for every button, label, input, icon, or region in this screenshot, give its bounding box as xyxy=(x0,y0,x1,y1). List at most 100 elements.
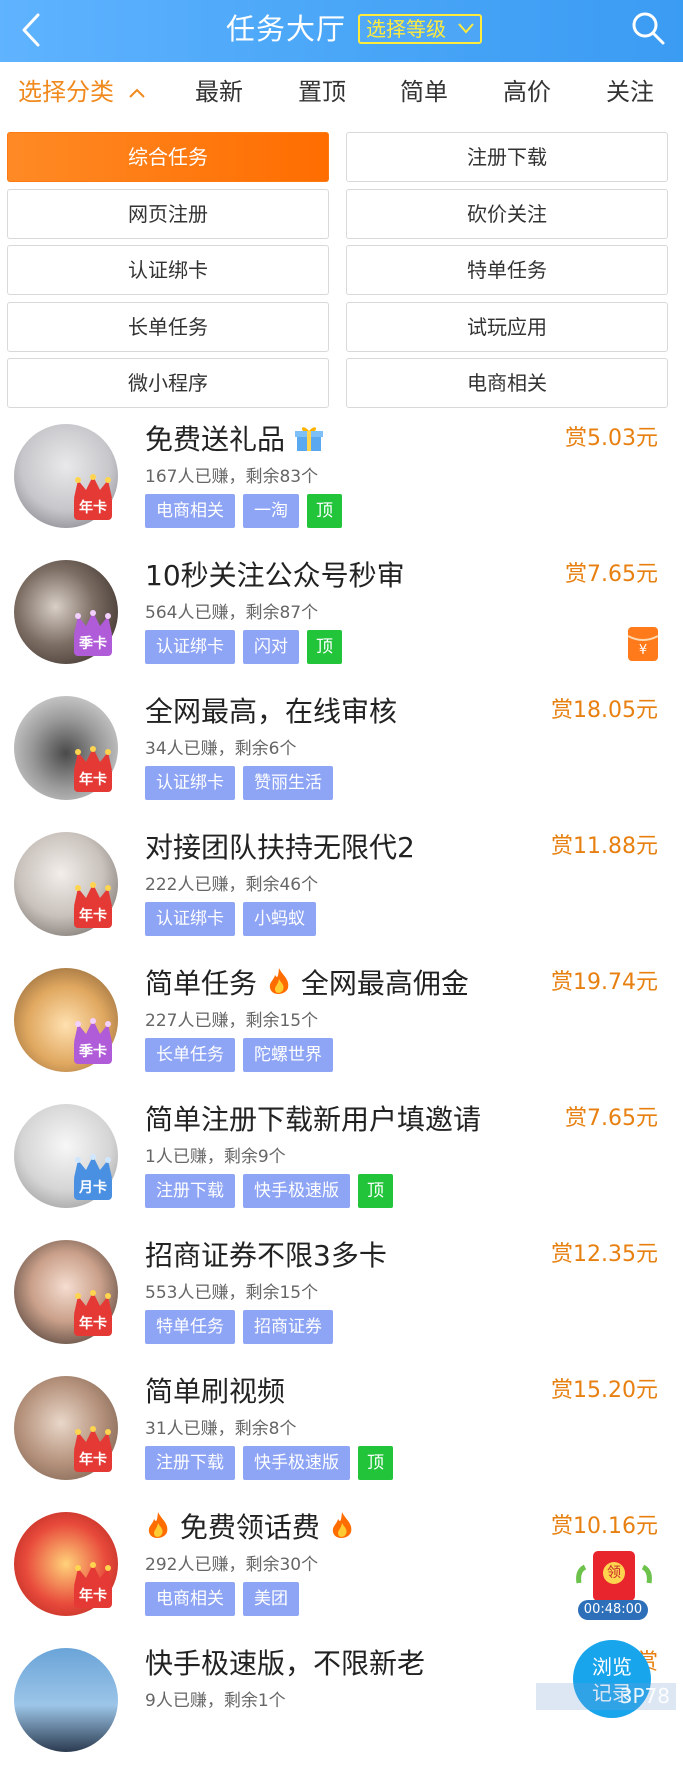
tag: 快手极速版 xyxy=(243,1446,350,1480)
filter-label: 选择分类 xyxy=(18,78,114,106)
task-row[interactable]: 年卡 简单刷视频 31人已赚，剩余8个 注册下载 快手极速版顶 赏15.20元 xyxy=(0,1362,683,1498)
badge-label: 年卡 xyxy=(74,1448,112,1472)
gift-icon xyxy=(294,427,323,451)
pinned-tag: 顶 xyxy=(358,1446,393,1480)
task-reward: 赏7.65元 xyxy=(565,1106,658,1131)
category-special[interactable]: 特单任务 xyxy=(346,245,668,295)
filter-latest[interactable]: 最新 xyxy=(195,76,243,108)
task-stats: 167人已赚，剩余83个 xyxy=(145,467,319,487)
tag: 认证绑卡 xyxy=(145,902,235,936)
search-icon[interactable] xyxy=(628,8,668,48)
task-tags: 认证绑卡 赞丽生活 xyxy=(145,766,341,800)
tag: 招商证券 xyxy=(243,1310,333,1344)
badge-label: 季卡 xyxy=(74,1040,112,1064)
category-web-register[interactable]: 网页注册 xyxy=(7,189,329,239)
task-title: 全网最高，在线审核 xyxy=(145,695,398,728)
badge-label: 年卡 xyxy=(74,904,112,928)
select-level-label: 选择等级 xyxy=(366,17,446,41)
pinned-tag: 顶 xyxy=(358,1174,393,1208)
task-stats: 1人已赚，剩余9个 xyxy=(145,1147,286,1167)
fire-icon xyxy=(148,1512,168,1539)
filter-high-price[interactable]: 高价 xyxy=(503,76,551,108)
task-stats: 222人已赚，剩余46个 xyxy=(145,875,319,895)
category-long-term[interactable]: 长单任务 xyxy=(7,302,329,352)
task-title-text: 简单任务 xyxy=(145,967,258,1000)
tag: 快手极速版 xyxy=(243,1174,350,1208)
badge-label: 年卡 xyxy=(74,496,112,520)
tag: 电商相关 xyxy=(145,494,235,528)
task-row[interactable]: 季卡 10秒关注公众号秒审 564人已赚，剩余87个 认证绑卡 闪对顶 赏7.65… xyxy=(0,546,683,682)
membership-badge: 月卡 xyxy=(70,1154,116,1206)
tag: 特单任务 xyxy=(145,1310,235,1344)
task-stats: 564人已赚，剩余87个 xyxy=(145,603,319,623)
back-icon[interactable] xyxy=(18,12,48,48)
task-reward: 赏7.65元 xyxy=(565,562,658,587)
browse-label: 浏览 xyxy=(592,1655,632,1679)
tag: 小蚂蚁 xyxy=(243,902,316,936)
tag: 赞丽生活 xyxy=(243,766,333,800)
task-title-text: 全网最高佣金 xyxy=(300,967,469,1000)
task-title: 免费领话费 xyxy=(145,1508,355,1548)
membership-badge: 年卡 xyxy=(70,1562,116,1614)
filter-follow[interactable]: 关注 xyxy=(606,76,654,108)
task-title: 简单刷视频 xyxy=(145,1375,286,1408)
task-reward: 赏5.03元 xyxy=(565,426,658,451)
task-row[interactable]: 季卡 简单任务 全网最高佣金 227人已赚，剩余15个 长单任务 陀螺世界 赏19… xyxy=(0,954,683,1090)
membership-badge: 年卡 xyxy=(70,1426,116,1478)
task-stats: 553人已赚，剩余15个 xyxy=(145,1283,319,1303)
task-title: 招商证券不限3多卡 xyxy=(145,1239,387,1272)
task-title: 免费送礼品 xyxy=(145,420,324,460)
badge-label: 年卡 xyxy=(74,1584,112,1608)
task-tags: 认证绑卡 小蚂蚁 xyxy=(145,902,324,936)
task-tags: 认证绑卡 闪对顶 xyxy=(145,630,350,664)
badge-label: 月卡 xyxy=(74,1176,112,1200)
filter-pinned[interactable]: 置顶 xyxy=(298,76,346,108)
task-tags: 电商相关 美团 xyxy=(145,1582,307,1616)
category-bargain-follow[interactable]: 砍价关注 xyxy=(346,189,668,239)
task-row[interactable]: 年卡 全网最高，在线审核 34人已赚，剩余6个 认证绑卡 赞丽生活 赏18.05元 xyxy=(0,682,683,818)
task-row[interactable]: 月卡 简单注册下载新用户填邀请 1人已赚，剩余9个 注册下载 快手极速版顶 赏7.… xyxy=(0,1090,683,1226)
chevron-down-icon xyxy=(458,23,474,34)
filter-simple[interactable]: 简单 xyxy=(400,76,448,108)
category-comprehensive[interactable]: 综合任务 xyxy=(7,132,329,182)
page-title: 任务大厅 xyxy=(226,12,347,46)
badge-label: 年卡 xyxy=(74,1312,112,1336)
category-mini-program[interactable]: 微小程序 xyxy=(7,358,329,408)
task-row[interactable]: 年卡 对接团队扶持无限代2 222人已赚，剩余46个 认证绑卡 小蚂蚁 赏11.8… xyxy=(0,818,683,954)
category-ecommerce[interactable]: 电商相关 xyxy=(346,358,668,408)
tag: 电商相关 xyxy=(145,1582,235,1616)
category-trial-app[interactable]: 试玩应用 xyxy=(346,302,668,352)
category-verify-card[interactable]: 认证绑卡 xyxy=(7,245,329,295)
category-register-download[interactable]: 注册下载 xyxy=(346,132,668,182)
membership-badge: 年卡 xyxy=(70,474,116,526)
task-stats: 9人已赚，剩余1个 xyxy=(145,1691,286,1711)
filter-select-category[interactable]: 选择分类 xyxy=(18,76,146,108)
red-packet-label: 领 xyxy=(607,1565,621,1581)
tag: 注册下载 xyxy=(145,1446,235,1480)
badge-label: 季卡 xyxy=(74,632,112,656)
task-tags: 电商相关 一淘顶 xyxy=(145,494,350,528)
task-stats: 292人已赚，剩余30个 xyxy=(145,1555,319,1575)
task-row[interactable]: 年卡 免费送礼品 167人已赚，剩余83个 电商相关 一淘顶 赏5.03元 xyxy=(0,410,683,546)
task-row[interactable]: 年卡 招商证券不限3多卡 553人已赚，剩余15个 特单任务 招商证券 赏12.3… xyxy=(0,1226,683,1362)
tag: 认证绑卡 xyxy=(145,766,235,800)
task-tags: 特单任务 招商证券 xyxy=(145,1310,341,1344)
task-reward: 赏11.88元 xyxy=(551,834,658,859)
avatar xyxy=(14,1648,118,1752)
task-title: 简单任务 全网最高佣金 xyxy=(145,964,469,1004)
membership-badge: 年卡 xyxy=(70,882,116,934)
task-reward: 赏15.20元 xyxy=(551,1378,658,1403)
countdown-timer: 00:48:00 xyxy=(578,1600,648,1620)
filter-bar: 选择分类 最新 置顶 简单 高价 关注 xyxy=(0,62,683,122)
pinned-tag: 顶 xyxy=(307,630,342,664)
watermark: 3P78 xyxy=(536,1683,676,1710)
task-tags: 注册下载 快手极速版顶 xyxy=(145,1174,401,1208)
task-tags: 注册下载 快手极速版顶 xyxy=(145,1446,401,1480)
membership-badge: 年卡 xyxy=(70,1290,116,1342)
red-envelope-icon[interactable]: ¥ xyxy=(627,626,659,662)
top-bar: 任务大厅 选择等级 xyxy=(0,0,683,62)
task-reward: 赏10.16元 xyxy=(551,1514,658,1539)
svg-text:¥: ¥ xyxy=(639,643,647,658)
select-level-button[interactable]: 选择等级 xyxy=(358,14,482,44)
task-stats: 34人已赚，剩余6个 xyxy=(145,739,297,759)
